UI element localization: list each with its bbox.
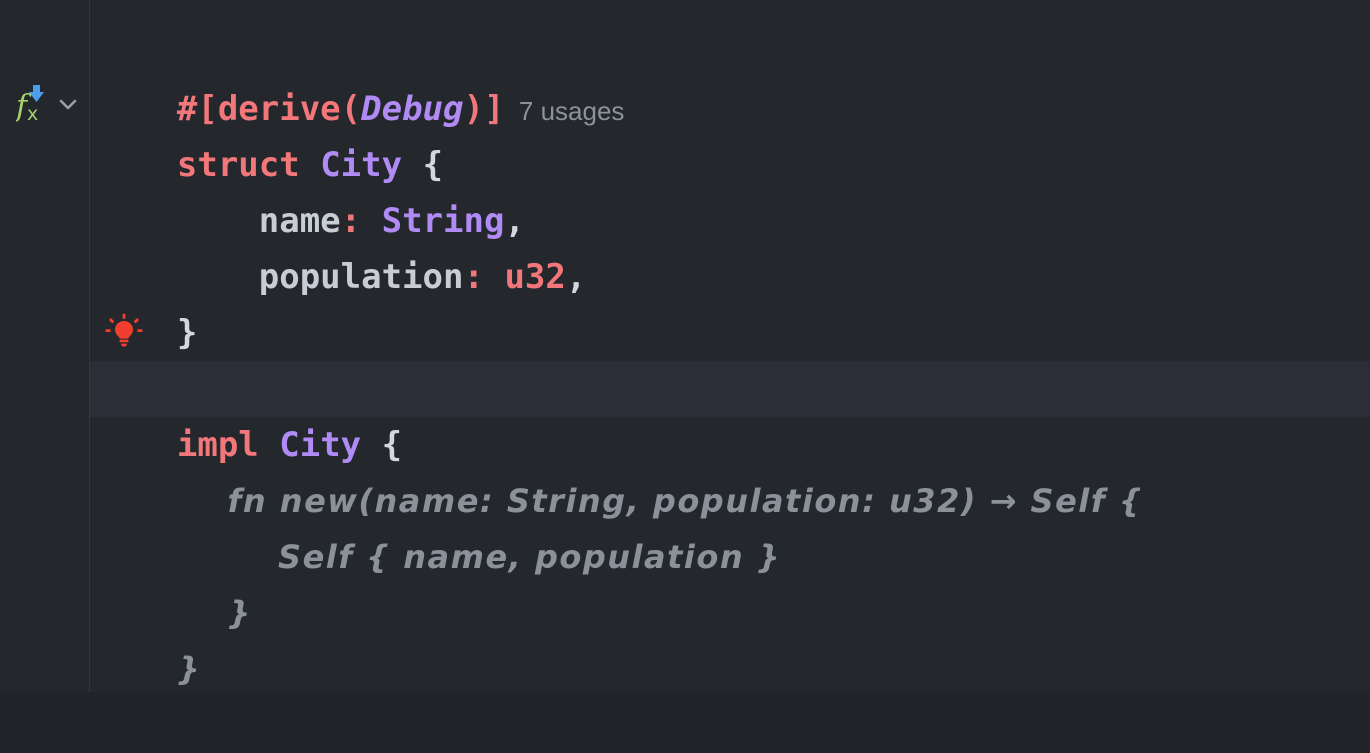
ghost-completion-line-2[interactable]: Self { name, population }	[0, 473, 1370, 576]
intention-bulb-icon[interactable]	[104, 313, 144, 353]
ghost-text-impl-close: }	[176, 650, 202, 688]
fx-implementation-icon[interactable]: f x	[14, 84, 52, 125]
code-line-2[interactable]: struct City {	[0, 81, 1370, 185]
code-line-6-blank[interactable]	[0, 305, 1370, 361]
code-editor[interactable]: f x #[derive(Debug)] 7 usages struct Cit…	[0, 0, 1370, 692]
code-line-4[interactable]: population: u32,	[0, 193, 1370, 297]
code-line-3[interactable]: name: String,	[0, 137, 1370, 241]
code-line-1[interactable]: #[derive(Debug)] 7 usages	[0, 25, 1370, 129]
ghost-completion-line-1[interactable]: fn new(name: String, population: u32) → …	[0, 417, 1370, 520]
ghost-completion-line-3[interactable]: }	[0, 529, 1370, 632]
down-arrow-badge	[29, 85, 44, 102]
svg-text:x: x	[27, 103, 38, 124]
ghost-completion-line-4[interactable]: }	[0, 585, 1370, 688]
code-line-7[interactable]: impl City {	[0, 361, 1370, 465]
chevron-down-icon[interactable]	[56, 92, 80, 116]
code-line-5[interactable]: }	[0, 249, 1370, 353]
